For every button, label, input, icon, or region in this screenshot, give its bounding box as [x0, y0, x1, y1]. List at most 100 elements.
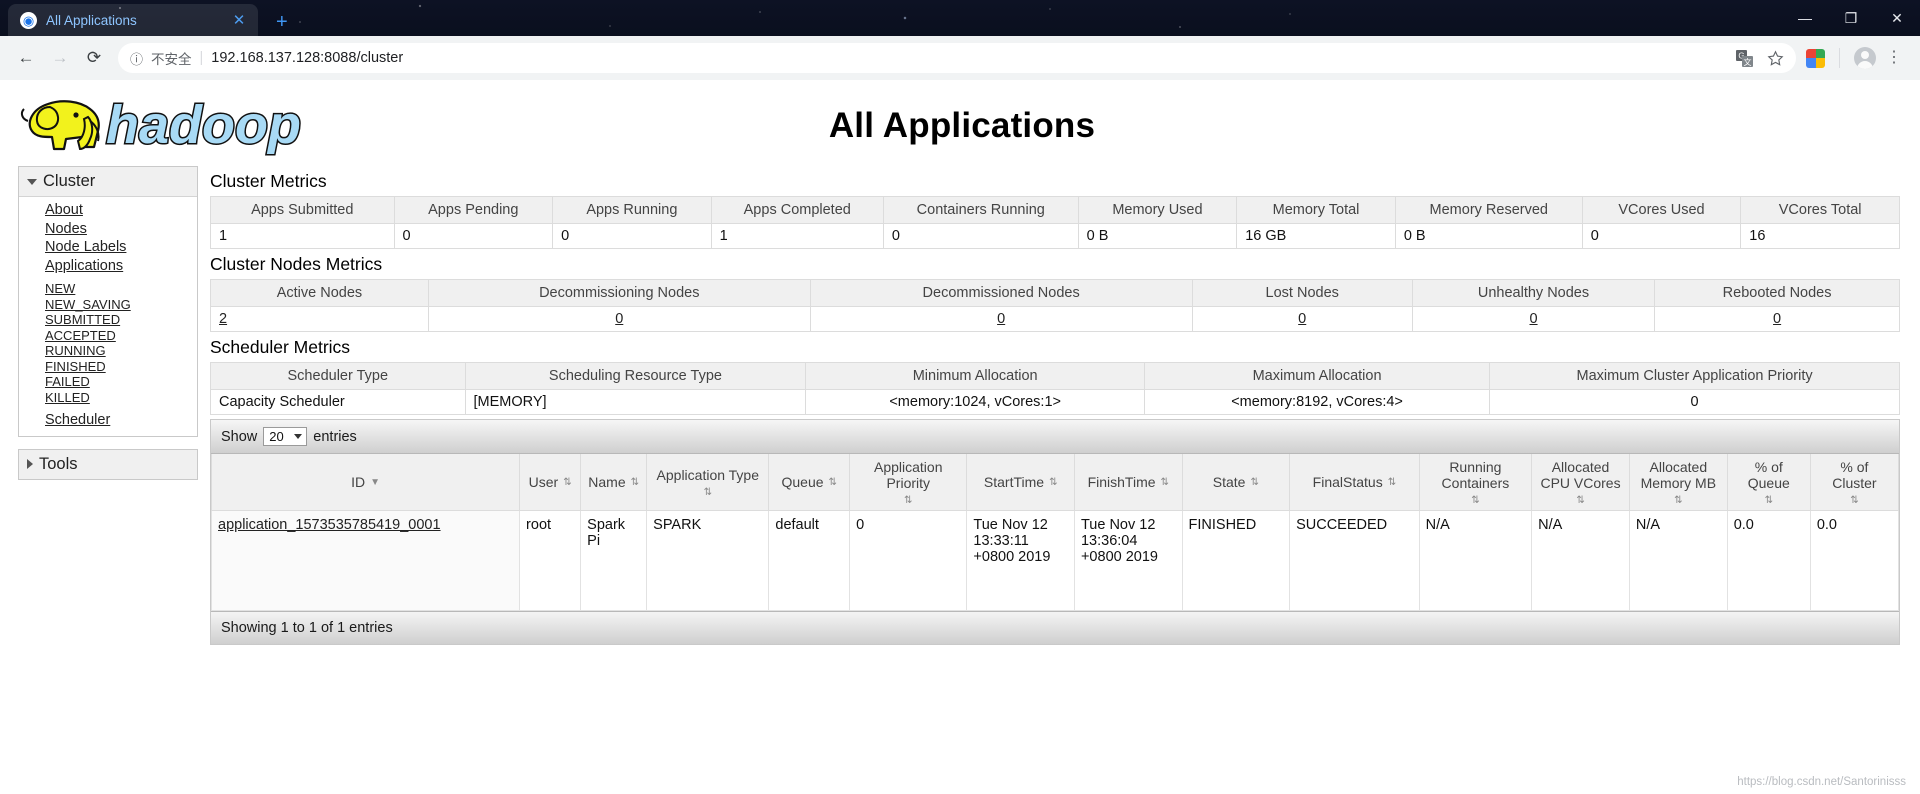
- minimize-icon[interactable]: —: [1782, 0, 1828, 36]
- th-scheduling-resource-type[interactable]: Scheduling Resource Type: [464, 362, 807, 390]
- td-active-nodes[interactable]: 2: [210, 306, 429, 332]
- page-header: hadoop All Applications: [0, 80, 1920, 166]
- sidebar-section-tools[interactable]: Tools: [19, 449, 197, 479]
- extension-icon[interactable]: [1806, 48, 1825, 68]
- page-size-select[interactable]: 20: [263, 427, 308, 446]
- unhealthy-nodes-link[interactable]: 0: [1529, 311, 1537, 327]
- th-maximum-allocation[interactable]: Maximum Allocation: [1143, 362, 1491, 390]
- th-apps-submitted[interactable]: Apps Submitted: [210, 196, 395, 224]
- td-unhealthy-nodes[interactable]: 0: [1411, 306, 1656, 332]
- sidebar-item-nodes-link[interactable]: Nodes: [45, 221, 87, 237]
- th-id[interactable]: ID ▼: [210, 454, 521, 511]
- th-memory-used[interactable]: Memory Used: [1077, 196, 1238, 224]
- sidebar-item-new[interactable]: NEW: [45, 281, 197, 297]
- td-rebooted-nodes[interactable]: 0: [1654, 306, 1900, 332]
- sidebar-item-scheduler-link[interactable]: Scheduler: [45, 412, 110, 428]
- sidebar-item-failed[interactable]: FAILED: [45, 374, 197, 390]
- th-finalstatus[interactable]: FinalStatus ⇅: [1289, 454, 1420, 511]
- sidebar-item-nodes[interactable]: Nodes: [45, 220, 197, 239]
- sidebar-item-accepted[interactable]: ACCEPTED: [45, 328, 197, 344]
- th-running-containers[interactable]: Running Containers ⇅: [1418, 454, 1533, 511]
- sidebar-item-about-link[interactable]: About: [45, 202, 83, 218]
- sidebar-item-submitted-link[interactable]: SUBMITTED: [45, 312, 120, 327]
- chevron-right-icon[interactable]: [27, 459, 33, 469]
- application-id-link[interactable]: application_1573535785419_0001: [218, 517, 441, 533]
- th-vcores-used[interactable]: VCores Used: [1581, 196, 1742, 224]
- star-icon[interactable]: [1767, 49, 1784, 67]
- th-active-nodes[interactable]: Active Nodes: [210, 279, 429, 307]
- td-decommissioned-nodes[interactable]: 0: [809, 306, 1193, 332]
- th-user[interactable]: User ⇅: [519, 454, 582, 511]
- td-memory-reserved: 0 B: [1394, 223, 1583, 249]
- new-tab-button[interactable]: +: [276, 12, 288, 32]
- sidebar-item-killed[interactable]: KILLED: [45, 390, 197, 406]
- decommissioned-nodes-link[interactable]: 0: [997, 311, 1005, 327]
- sidebar-item-running-link[interactable]: RUNNING: [45, 343, 106, 358]
- th-state[interactable]: State ⇅: [1181, 454, 1291, 511]
- sidebar-item-scheduler[interactable]: Scheduler: [45, 411, 197, 430]
- th-application-type[interactable]: Application Type ⇅: [646, 454, 770, 511]
- th-application-priority[interactable]: Application Priority ⇅: [849, 454, 968, 511]
- th-rebooted-nodes[interactable]: Rebooted Nodes: [1654, 279, 1900, 307]
- th-pct-of-cluster[interactable]: % of Cluster ⇅: [1809, 454, 1900, 511]
- back-icon[interactable]: ←: [10, 42, 42, 74]
- sidebar-item-accepted-link[interactable]: ACCEPTED: [45, 328, 116, 343]
- th-starttime[interactable]: StartTime ⇅: [966, 454, 1075, 511]
- th-decommissioning-nodes[interactable]: Decommissioning Nodes: [427, 279, 811, 307]
- sidebar-item-about[interactable]: About: [45, 201, 197, 220]
- rebooted-nodes-link[interactable]: 0: [1773, 311, 1781, 327]
- th-maximum-cluster-priority[interactable]: Maximum Cluster Application Priority: [1489, 362, 1900, 390]
- sidebar-item-failed-link[interactable]: FAILED: [45, 374, 90, 389]
- td-id[interactable]: application_1573535785419_0001: [210, 510, 521, 611]
- th-finishtime[interactable]: FinishTime ⇅: [1073, 454, 1183, 511]
- decommissioning-nodes-link[interactable]: 0: [615, 311, 623, 327]
- forward-icon[interactable]: →: [44, 42, 76, 74]
- th-memory-total[interactable]: Memory Total: [1236, 196, 1396, 224]
- sidebar-item-finished[interactable]: FINISHED: [45, 359, 197, 375]
- sidebar-item-new-link[interactable]: NEW: [45, 281, 75, 296]
- th-pct-of-queue[interactable]: % of Queue ⇅: [1726, 454, 1811, 511]
- address-bar[interactable]: ⓘ 不安全 | 192.168.137.128:8088/cluster G文: [118, 43, 1796, 73]
- sidebar-item-running[interactable]: RUNNING: [45, 343, 197, 359]
- maximize-icon[interactable]: ❐: [1828, 0, 1874, 36]
- th-containers-running[interactable]: Containers Running: [882, 196, 1079, 224]
- translate-icon[interactable]: G文: [1736, 49, 1753, 67]
- hadoop-logo[interactable]: hadoop: [14, 87, 334, 165]
- browser-tab[interactable]: ◉ All Applications ✕: [8, 4, 258, 36]
- info-circle-icon[interactable]: ⓘ: [130, 49, 143, 68]
- sidebar-item-new-saving[interactable]: NEW_SAVING: [45, 297, 197, 313]
- th-apps-running[interactable]: Apps Running: [552, 196, 712, 224]
- sidebar-item-node-labels-link[interactable]: Node Labels: [45, 239, 126, 255]
- chevron-down-icon[interactable]: [27, 178, 37, 185]
- th-memory-reserved[interactable]: Memory Reserved: [1394, 196, 1583, 224]
- td-lost-nodes[interactable]: 0: [1191, 306, 1413, 332]
- th-minimum-allocation[interactable]: Minimum Allocation: [805, 362, 1145, 390]
- window-close-icon[interactable]: ✕: [1874, 0, 1920, 36]
- sidebar-item-finished-link[interactable]: FINISHED: [45, 359, 106, 374]
- active-nodes-link[interactable]: 2: [219, 311, 227, 327]
- reload-icon[interactable]: ⟳: [78, 42, 110, 74]
- th-name[interactable]: Name ⇅: [580, 454, 648, 511]
- th-allocated-cpu-vcores[interactable]: Allocated CPU VCores ⇅: [1531, 454, 1630, 511]
- th-allocated-memory-mb[interactable]: Allocated Memory MB ⇅: [1628, 454, 1728, 511]
- th-apps-pending[interactable]: Apps Pending: [393, 196, 554, 224]
- close-icon[interactable]: ✕: [230, 11, 248, 29]
- sidebar-item-submitted[interactable]: SUBMITTED: [45, 312, 197, 328]
- td-decommissioning-nodes[interactable]: 0: [427, 306, 811, 332]
- sidebar-item-applications[interactable]: Applications: [45, 257, 197, 276]
- lost-nodes-link[interactable]: 0: [1298, 311, 1306, 327]
- th-unhealthy-nodes[interactable]: Unhealthy Nodes: [1411, 279, 1656, 307]
- sidebar-item-node-labels[interactable]: Node Labels: [45, 238, 197, 257]
- th-queue[interactable]: Queue ⇅: [768, 454, 851, 511]
- three-dots-icon[interactable]: ⋮: [1878, 42, 1910, 74]
- th-lost-nodes[interactable]: Lost Nodes: [1191, 279, 1413, 307]
- sidebar-item-killed-link[interactable]: KILLED: [45, 390, 90, 405]
- th-decommissioned-nodes[interactable]: Decommissioned Nodes: [809, 279, 1193, 307]
- th-scheduler-type[interactable]: Scheduler Type: [210, 362, 466, 390]
- sidebar-section-cluster[interactable]: Cluster: [19, 167, 197, 197]
- th-vcores-total[interactable]: VCores Total: [1740, 196, 1900, 224]
- sidebar-item-applications-link[interactable]: Applications: [45, 258, 123, 274]
- avatar[interactable]: [1854, 47, 1876, 69]
- sidebar-item-new-saving-link[interactable]: NEW_SAVING: [45, 297, 131, 312]
- th-apps-completed[interactable]: Apps Completed: [710, 196, 884, 224]
